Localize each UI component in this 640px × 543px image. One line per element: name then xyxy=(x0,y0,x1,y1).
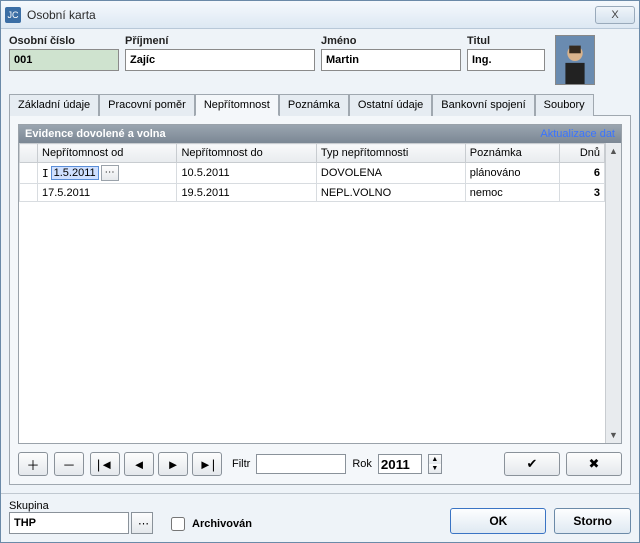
next-button[interactable]: ► xyxy=(158,452,188,476)
cancel-edit-button[interactable]: ✖ xyxy=(566,452,622,476)
last-icon: ►| xyxy=(199,457,215,472)
tab-poznamka[interactable]: Poznámka xyxy=(279,94,349,116)
filter-input[interactable] xyxy=(256,454,346,474)
grid-title-text: Evidence dovolené a volna xyxy=(25,128,166,140)
nav-group: |◄ ◄ ► ►| xyxy=(90,452,222,476)
field-skupina: Skupina ⋯ xyxy=(9,500,153,534)
cell-pozn[interactable]: nemoc xyxy=(465,184,559,202)
col-od[interactable]: Nepřítomnost od xyxy=(38,144,177,163)
tab-nepritomnost[interactable]: Nepřítomnost xyxy=(195,94,279,116)
grid-table: Nepřítomnost od Nepřítomnost do Typ nepř… xyxy=(19,143,605,202)
table-row[interactable]: 17.5.2011 19.5.2011 NEPL.VOLNO nemoc 3 xyxy=(20,184,605,202)
label-skupina: Skupina xyxy=(9,500,153,512)
cell-do[interactable]: 19.5.2011 xyxy=(177,184,316,202)
window-title: Osobní karta xyxy=(27,8,595,22)
check-icon: ✔ xyxy=(527,456,538,472)
tab-ostatni-udaje[interactable]: Ostatní údaje xyxy=(349,94,432,116)
photo xyxy=(555,35,595,85)
skupina-picker-button[interactable]: ⋯ xyxy=(131,512,153,534)
tab-panel: Evidence dovolené a volna Aktualizace da… xyxy=(9,115,631,485)
cell-od[interactable]: 17.5.2011 xyxy=(38,184,177,202)
col-dnu[interactable]: Dnů xyxy=(559,144,604,163)
cell-do[interactable]: 10.5.2011 xyxy=(177,163,316,184)
cell-pozn[interactable]: plánováno xyxy=(465,163,559,184)
col-rowheader xyxy=(20,144,38,163)
archiv-checkbox-wrap: Archivován xyxy=(167,514,252,534)
col-pozn[interactable]: Poznámka xyxy=(465,144,559,163)
date-picker-button[interactable]: ⋯ xyxy=(101,165,119,181)
window: JC Osobní karta X Osobní číslo Příjmení … xyxy=(0,0,640,543)
remove-button[interactable]: － xyxy=(54,452,84,476)
cell-dnu[interactable]: 3 xyxy=(559,184,604,202)
tabs: Základní údaje Pracovní poměr Nepřítomno… xyxy=(9,93,631,115)
grid-scroll: Nepřítomnost od Nepřítomnost do Typ nepř… xyxy=(19,143,621,443)
year-spinner[interactable]: ▲ ▼ xyxy=(428,454,442,474)
cell-od[interactable]: I 1.5.2011 ⋯ xyxy=(38,163,177,184)
archiv-label: Archivován xyxy=(192,518,252,530)
ok-button[interactable]: OK xyxy=(450,508,546,534)
prev-icon: ◄ xyxy=(133,457,146,472)
bottom-bar: Skupina ⋯ Archivován OK Storno xyxy=(1,493,639,542)
spin-down-icon[interactable]: ▼ xyxy=(429,464,441,473)
minus-icon: － xyxy=(62,455,75,474)
storno-button[interactable]: Storno xyxy=(554,508,631,534)
close-icon: X xyxy=(611,9,618,21)
first-icon: |◄ xyxy=(97,457,113,472)
cell-typ[interactable]: NEPL.VOLNO xyxy=(316,184,465,202)
prev-button[interactable]: ◄ xyxy=(124,452,154,476)
field-titul: Titul xyxy=(467,35,545,71)
cross-icon: ✖ xyxy=(589,456,600,472)
input-titul[interactable] xyxy=(467,49,545,71)
input-skupina[interactable] xyxy=(9,512,129,534)
next-icon: ► xyxy=(167,457,180,472)
plus-icon: ＋ xyxy=(26,455,39,474)
input-osobni-cislo[interactable] xyxy=(9,49,119,71)
tab-pracovni-pomer[interactable]: Pracovní poměr xyxy=(99,94,195,116)
field-jmeno: Jméno xyxy=(321,35,461,71)
input-jmeno[interactable] xyxy=(321,49,461,71)
scroll-down-icon[interactable]: ▼ xyxy=(608,429,620,441)
field-osobni-cislo: Osobní číslo xyxy=(9,35,119,71)
tab-zakladni-udaje[interactable]: Základní údaje xyxy=(9,94,99,116)
archiv-checkbox[interactable] xyxy=(171,517,185,531)
input-prijmeni[interactable] xyxy=(125,49,315,71)
edit-cursor-icon: I xyxy=(42,167,49,180)
grid-toolbar: ＋ － |◄ ◄ ► ►| Filtr Rok ▲ ▼ ✔ ✖ xyxy=(18,452,622,476)
label-osobni-cislo: Osobní číslo xyxy=(9,35,119,47)
label-prijmeni: Příjmení xyxy=(125,35,315,47)
first-button[interactable]: |◄ xyxy=(90,452,120,476)
spin-up-icon[interactable]: ▲ xyxy=(429,455,441,464)
label-jmeno: Jméno xyxy=(321,35,461,47)
close-button[interactable]: X xyxy=(595,6,635,24)
table-row[interactable]: I 1.5.2011 ⋯ 10.5.2011 DOVOLENA plánován… xyxy=(20,163,605,184)
cell-typ[interactable]: DOVOLENA xyxy=(316,163,465,184)
grid: Evidence dovolené a volna Aktualizace da… xyxy=(18,124,622,444)
col-do[interactable]: Nepřítomnost do xyxy=(177,144,316,163)
label-titul: Titul xyxy=(467,35,545,47)
field-prijmeni: Příjmení xyxy=(125,35,315,71)
cell-dnu[interactable]: 6 xyxy=(559,163,604,184)
app-icon: JC xyxy=(5,7,21,23)
tab-soubory[interactable]: Soubory xyxy=(535,94,594,116)
year-label: Rok xyxy=(352,458,372,470)
year-input[interactable] xyxy=(378,454,422,474)
row-header xyxy=(20,163,38,184)
titlebar: JC Osobní karta X xyxy=(1,1,639,29)
col-typ[interactable]: Typ nepřítomnosti xyxy=(316,144,465,163)
body: Osobní číslo Příjmení Jméno Titul Základ… xyxy=(1,29,639,493)
top-fields: Osobní číslo Příjmení Jméno Titul xyxy=(9,35,631,85)
row-header xyxy=(20,184,38,202)
grid-refresh-link[interactable]: Aktualizace dat xyxy=(540,128,615,140)
confirm-button[interactable]: ✔ xyxy=(504,452,560,476)
grid-title: Evidence dovolené a volna Aktualizace da… xyxy=(19,125,621,143)
scroll-up-icon[interactable]: ▲ xyxy=(608,145,620,157)
cell-od-value[interactable]: 1.5.2011 xyxy=(51,166,99,180)
filter-label: Filtr xyxy=(232,458,250,470)
tab-bankovni-spojeni[interactable]: Bankovní spojení xyxy=(432,94,534,116)
add-button[interactable]: ＋ xyxy=(18,452,48,476)
vertical-scrollbar[interactable]: ▲ ▼ xyxy=(605,143,621,443)
last-button[interactable]: ►| xyxy=(192,452,222,476)
